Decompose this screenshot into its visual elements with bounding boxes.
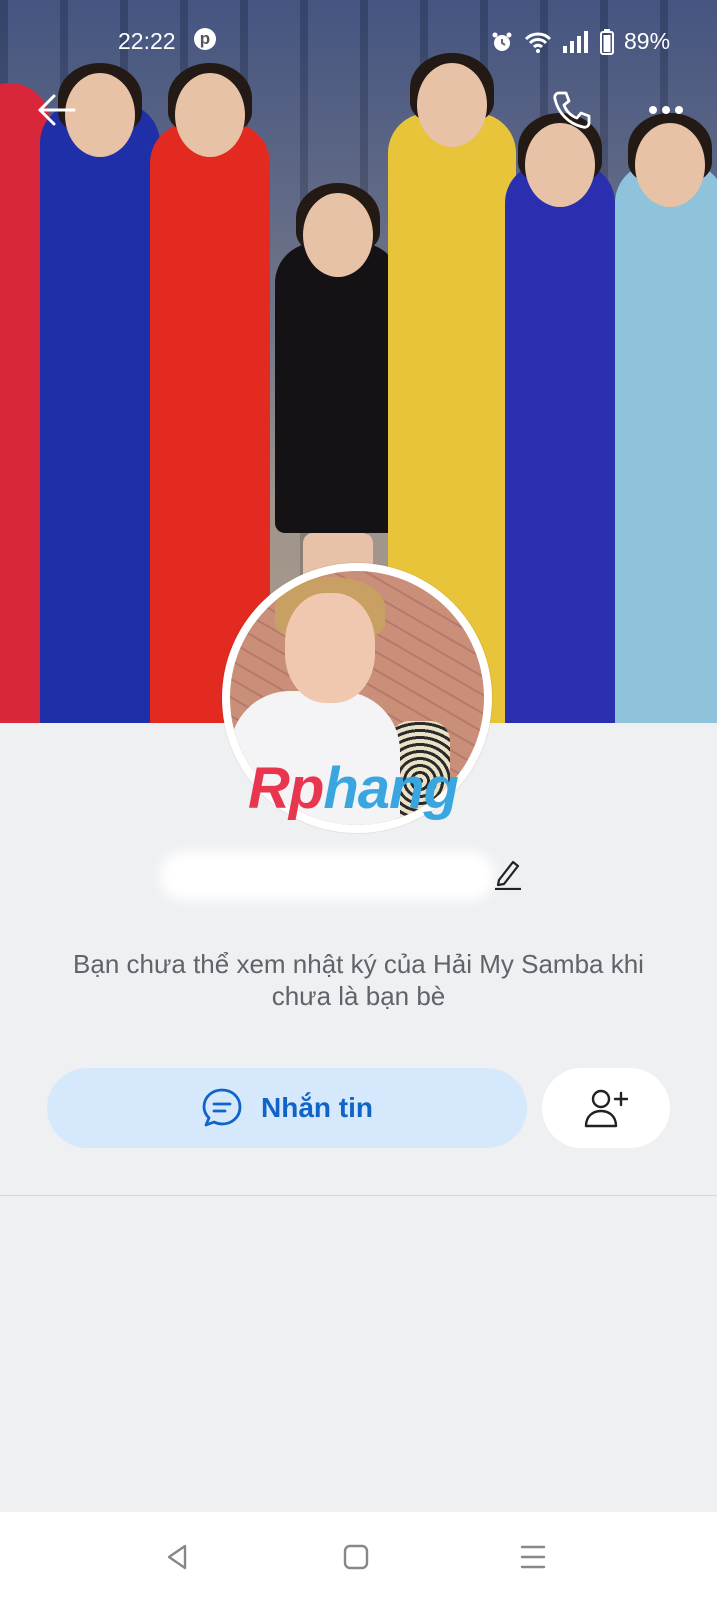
profile-name-row bbox=[160, 848, 560, 900]
send-message-label: Nhắn tin bbox=[261, 1092, 373, 1123]
add-user-icon bbox=[584, 1089, 629, 1128]
cover-figure-blue-1 bbox=[40, 63, 160, 723]
profile-screen: 22:22 p 89% Rphang Bạn chưa thể xem nhật… bbox=[0, 0, 717, 1600]
pinterest-icon: p bbox=[194, 28, 216, 50]
battery-icon bbox=[600, 28, 614, 55]
edit-name-button[interactable] bbox=[493, 856, 529, 896]
add-friend-button[interactable] bbox=[542, 1068, 670, 1148]
nav-back-button[interactable] bbox=[152, 1532, 202, 1582]
status-time: 22:22 bbox=[118, 28, 176, 54]
menu-lines-icon bbox=[520, 1545, 546, 1569]
call-button[interactable] bbox=[546, 84, 598, 136]
send-message-button[interactable]: Nhắn tin bbox=[47, 1068, 527, 1148]
watermark-logo: Rphang bbox=[248, 756, 459, 821]
home-square-icon bbox=[343, 1544, 369, 1570]
more-options-button[interactable] bbox=[640, 84, 692, 136]
signal-icon bbox=[563, 30, 588, 53]
alarm-icon bbox=[492, 32, 512, 51]
more-horizontal-icon bbox=[649, 106, 683, 114]
battery-percent: 89% bbox=[624, 28, 671, 54]
status-bar: 22:22 p 89% bbox=[0, 22, 717, 62]
phone-icon bbox=[553, 91, 591, 129]
profile-name-redacted bbox=[160, 852, 495, 900]
friend-restriction-message: Bạn chưa thể xem nhật ký của Hải My Samb… bbox=[73, 949, 644, 1011]
back-button[interactable] bbox=[30, 84, 82, 136]
system-nav-bar bbox=[0, 1512, 717, 1600]
nav-home-button[interactable] bbox=[331, 1532, 381, 1582]
arrow-left-icon bbox=[38, 94, 76, 126]
section-divider bbox=[0, 1195, 717, 1196]
wifi-icon bbox=[524, 32, 552, 53]
chat-bubble-icon bbox=[202, 1088, 242, 1127]
cover-figure-lightblue bbox=[615, 113, 717, 723]
cover-figure-blue-2 bbox=[505, 113, 615, 723]
back-triangle-icon bbox=[167, 1544, 187, 1570]
pencil-icon bbox=[495, 860, 521, 891]
status-icons: 89% bbox=[490, 28, 670, 55]
nav-menu-button[interactable] bbox=[508, 1532, 558, 1582]
